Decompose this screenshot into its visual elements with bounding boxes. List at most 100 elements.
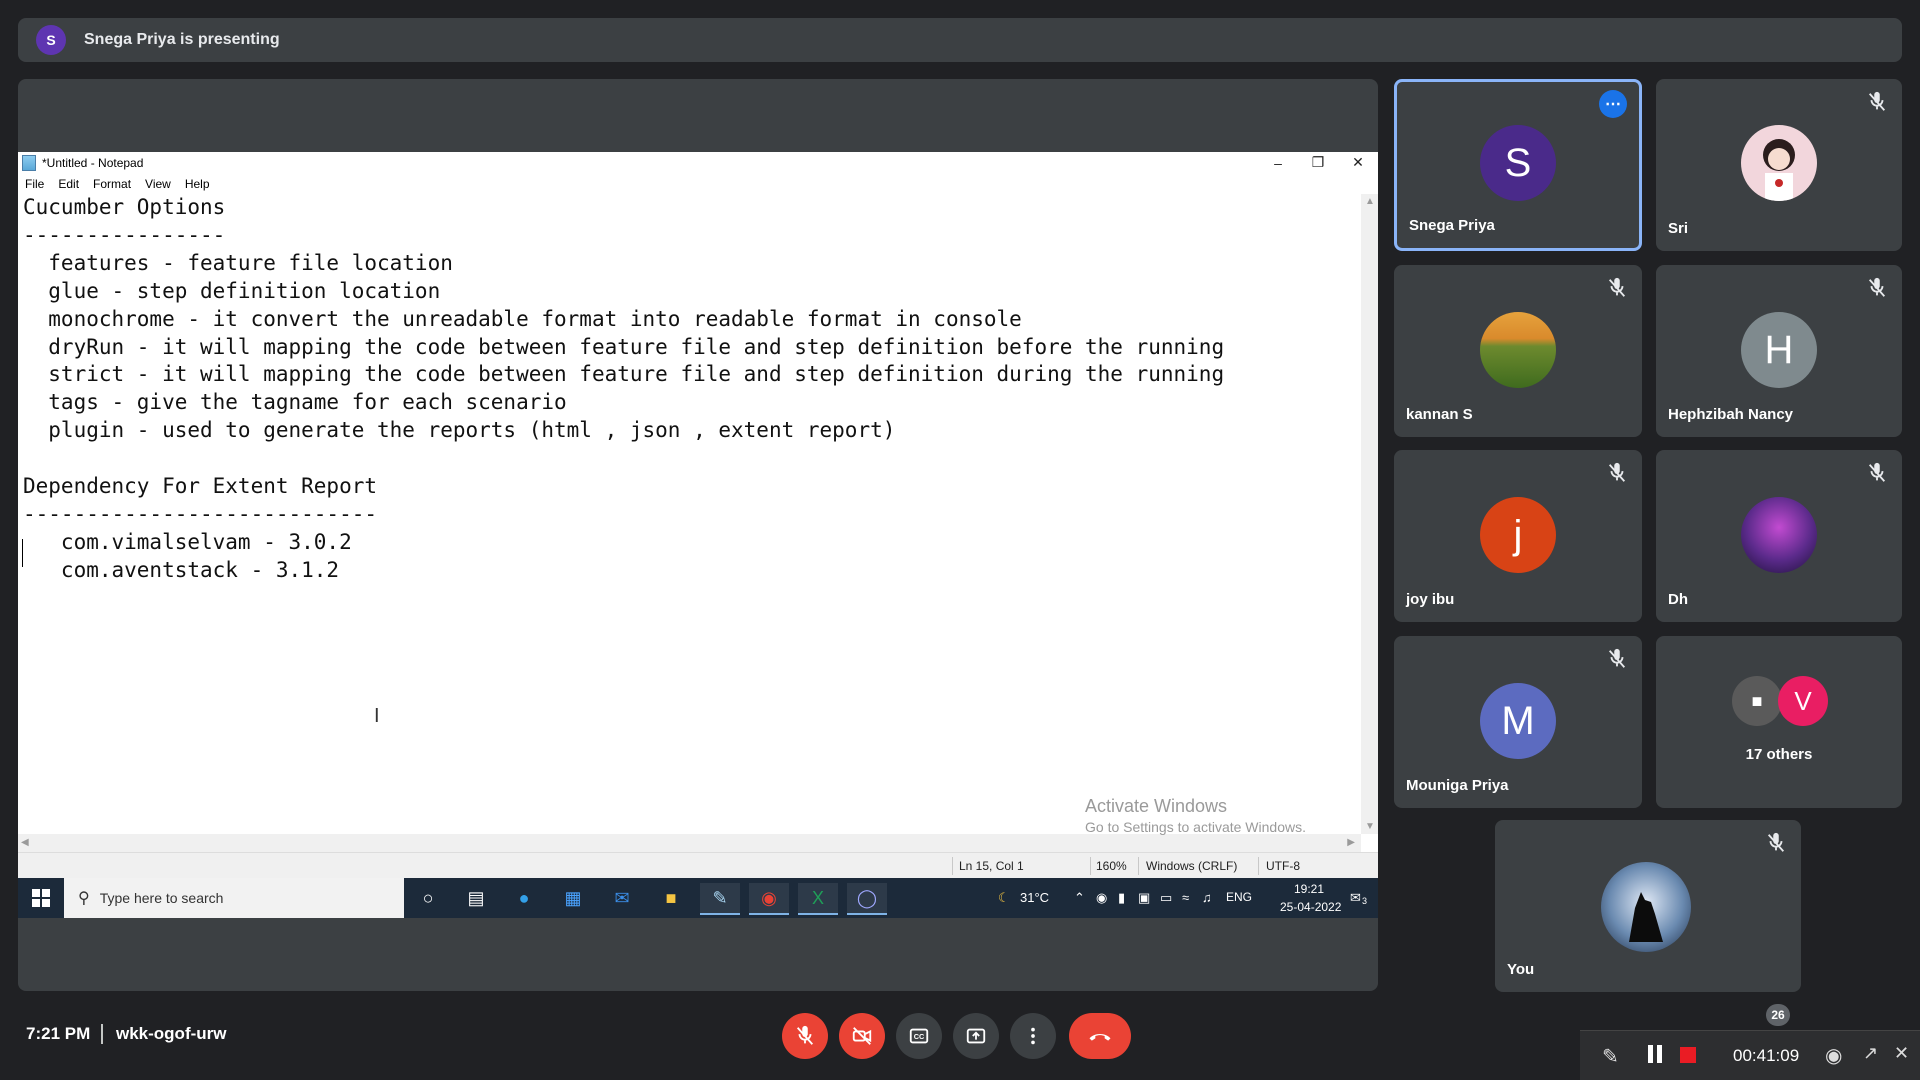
horizontal-scrollbar[interactable]: ◀ ▶: [18, 834, 1361, 852]
watermark-subtitle: Go to Settings to activate Windows.: [1085, 819, 1306, 835]
taskbar-clock-time[interactable]: 19:21: [1294, 882, 1324, 896]
presentation-tile: *Untitled - Notepad – ❐ ✕ File Edit Form…: [18, 79, 1378, 991]
volume-icon[interactable]: ♫: [1202, 890, 1212, 905]
participant-count-badge: 26: [1766, 1004, 1790, 1026]
notepad-icon: [22, 154, 36, 171]
participant-tile-joy[interactable]: j joy ibu: [1394, 450, 1642, 622]
microphone-tray-icon[interactable]: ▮: [1118, 890, 1125, 906]
mic-off-icon: [1608, 648, 1626, 668]
scroll-right-icon[interactable]: ▶: [1347, 837, 1355, 848]
others-count-label: 17 others: [1745, 746, 1813, 763]
mic-off-icon: [1608, 277, 1626, 297]
participant-tile-hephzibah[interactable]: H Hephzibah Nancy: [1656, 265, 1902, 437]
wifi-icon[interactable]: ≈: [1182, 890, 1189, 905]
menu-view[interactable]: View: [145, 177, 171, 191]
avatar: H: [1741, 312, 1817, 388]
notepad-text-area[interactable]: Cucumber Options ---------------- featur…: [18, 194, 1360, 834]
avatar: S: [1480, 125, 1556, 201]
scroll-up-icon[interactable]: ▲: [1365, 196, 1375, 207]
avatar: [1480, 312, 1556, 388]
store-icon[interactable]: ▦: [553, 883, 593, 913]
stop-icon[interactable]: [1680, 1047, 1696, 1063]
others-avatar-v: V: [1778, 676, 1828, 726]
avatar: [1601, 862, 1691, 952]
menu-format[interactable]: Format: [93, 177, 131, 191]
taskbar-search-box[interactable]: ⚲ Type here to search: [64, 878, 404, 918]
present-screen-button[interactable]: [953, 1013, 999, 1059]
language-indicator[interactable]: ENG: [1226, 890, 1252, 904]
presenter-avatar: S: [36, 25, 66, 55]
display-tray-icon[interactable]: ▣: [1138, 890, 1150, 906]
scroll-down-icon[interactable]: ▼: [1365, 821, 1375, 832]
restore-button[interactable]: ❐: [1298, 152, 1338, 173]
participant-tile-sri[interactable]: Sri: [1656, 79, 1902, 251]
windows-start-icon[interactable]: [18, 878, 64, 918]
menu-help[interactable]: Help: [185, 177, 210, 191]
more-options-icon[interactable]: ⋯: [1599, 90, 1627, 118]
scroll-left-icon[interactable]: ◀: [21, 837, 29, 848]
leave-call-button[interactable]: [1069, 1013, 1131, 1059]
weather-temp[interactable]: 31°C: [1020, 890, 1049, 905]
present-icon: [966, 1028, 986, 1044]
participant-tile-mouniga[interactable]: M Mouniga Priya: [1394, 636, 1642, 808]
excel-icon[interactable]: X: [798, 883, 838, 915]
pen-icon[interactable]: ✎: [1602, 1044, 1619, 1069]
notification-count: 3: [1362, 896, 1368, 906]
close-icon[interactable]: ✕: [1894, 1043, 1909, 1064]
notepad-taskbar-icon[interactable]: ✎: [700, 883, 740, 915]
more-options-button[interactable]: [1010, 1013, 1056, 1059]
weather-moon-icon: ☾: [998, 890, 1010, 905]
svg-text:CC: CC: [914, 1032, 925, 1041]
menu-file[interactable]: File: [25, 177, 44, 191]
mic-off-icon: [1868, 277, 1886, 297]
chrome-icon[interactable]: ◉: [749, 883, 789, 915]
notification-center-icon[interactable]: ✉: [1350, 890, 1361, 906]
meeting-time: 7:21 PM: [26, 1024, 91, 1043]
captions-icon: CC: [909, 1028, 929, 1044]
status-line-ending: Windows (CRLF): [1146, 859, 1238, 873]
windows-taskbar: ⚲ Type here to search ○ ▤ ● ▦ ✉ ■ ✎ ◉ X …: [18, 878, 1378, 918]
search-icon: ⚲: [78, 890, 90, 907]
edge-browser-icon[interactable]: ●: [504, 883, 544, 913]
notepad-statusbar: Ln 15, Col 1 160% Windows (CRLF) UTF-8: [18, 852, 1378, 878]
others-tile[interactable]: ■ V 17 others: [1656, 636, 1902, 808]
taskbar-clock-date[interactable]: 25-04-2022: [1280, 900, 1341, 914]
battery-icon[interactable]: ▭: [1160, 890, 1172, 906]
participant-tile-dh[interactable]: Dh: [1656, 450, 1902, 622]
participant-tile-kannan[interactable]: kannan S: [1394, 265, 1642, 437]
vertical-scrollbar[interactable]: ▲ ▼: [1361, 194, 1378, 834]
notepad-menubar: File Edit Format View Help: [18, 174, 1378, 194]
meeting-code[interactable]: wkk-ogof-urw: [116, 1024, 227, 1044]
eclipse-icon[interactable]: ◯: [847, 883, 887, 915]
cortana-icon[interactable]: ○: [408, 883, 448, 913]
mail-icon[interactable]: ✉: [602, 883, 642, 913]
pause-icon[interactable]: [1648, 1045, 1653, 1063]
mic-off-icon: [1868, 462, 1886, 482]
menu-edit[interactable]: Edit: [58, 177, 79, 191]
ibeam-cursor-icon: I: [374, 705, 380, 727]
notepad-title: *Untitled - Notepad: [42, 155, 144, 170]
pause-icon-bar: [1657, 1045, 1662, 1063]
participant-name: Sri: [1668, 220, 1689, 237]
presenting-text: Snega Priya is presenting: [84, 31, 280, 48]
camera-toggle-button[interactable]: [839, 1013, 885, 1059]
file-explorer-icon[interactable]: ■: [651, 883, 691, 913]
participant-name: Dh: [1668, 591, 1688, 608]
mic-toggle-button[interactable]: [782, 1013, 828, 1059]
meet-now-icon[interactable]: ◉: [1096, 890, 1107, 906]
task-view-icon[interactable]: ▤: [456, 883, 496, 913]
participant-tile-you[interactable]: You: [1495, 820, 1801, 992]
participant-tile-snega[interactable]: ⋯ S Snega Priya: [1394, 79, 1642, 251]
close-window-button[interactable]: ✕: [1338, 152, 1378, 173]
participant-name: kannan S: [1406, 406, 1473, 423]
external-link-icon[interactable]: ↗: [1863, 1043, 1878, 1064]
status-zoom: 160%: [1096, 859, 1127, 873]
captions-button[interactable]: CC: [896, 1013, 942, 1059]
avatar: [1741, 497, 1817, 573]
mic-off-icon: [1608, 462, 1626, 482]
minimize-button[interactable]: –: [1258, 152, 1298, 173]
tray-chevron-icon[interactable]: ⌃: [1074, 890, 1085, 906]
camera-icon[interactable]: ◉: [1825, 1043, 1842, 1068]
notepad-titlebar: *Untitled - Notepad – ❐ ✕: [18, 152, 1378, 173]
mic-off-icon: [1868, 91, 1886, 111]
